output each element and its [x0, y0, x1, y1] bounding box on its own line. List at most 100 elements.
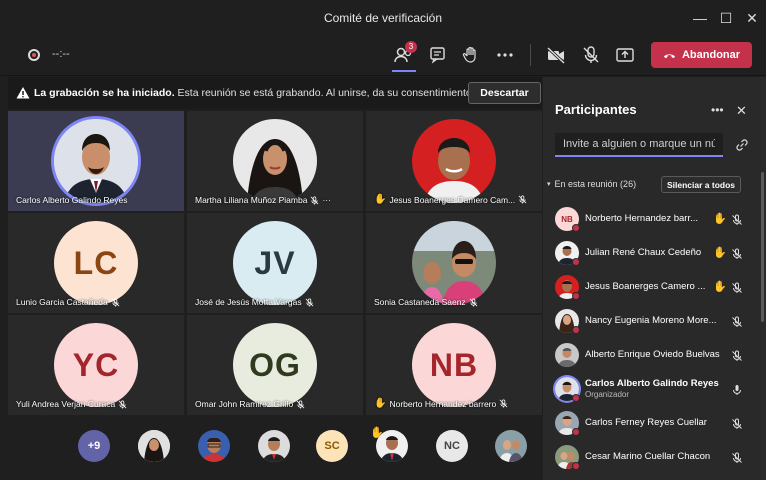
- status-dot: [572, 326, 580, 334]
- maximize-icon[interactable]: ☐: [716, 8, 736, 28]
- more-actions-icon[interactable]: [494, 44, 516, 66]
- video-tile[interactable]: LC Lunio Garcia Castañeda: [8, 213, 184, 313]
- microphone-off-icon[interactable]: [731, 349, 743, 361]
- participant-name: Jesus Boanerges Camero Cam...: [389, 194, 516, 205]
- microphone-off-icon[interactable]: [731, 315, 743, 327]
- video-tile[interactable]: ✋ Jesus Boanerges Camero Cam...: [366, 111, 542, 211]
- participant-row[interactable]: Cesar Marino Cuellar Chacon: [553, 441, 753, 475]
- meeting-timer: --:--: [52, 48, 70, 60]
- participant-name: Sonia Castaneda Saenz: [374, 297, 466, 307]
- panel-title: Participantes: [555, 102, 637, 117]
- video-tile[interactable]: Carlos Alberto Galindo Reyes: [8, 111, 184, 211]
- microphone-off-icon[interactable]: [731, 417, 743, 429]
- participant-name: Carlos Alberto Galindo Reyes: [16, 195, 128, 205]
- participants-panel: Participantes ••• ✕ ▾ En esta reunión (2…: [543, 77, 766, 480]
- status-dot: [572, 394, 580, 402]
- raised-hand-icon: ✋: [713, 213, 727, 225]
- microphone-off-icon[interactable]: [731, 213, 743, 225]
- participant-role: Organizador: [585, 390, 630, 399]
- video-tile[interactable]: JV José de Jesús Motta Vargas: [187, 213, 363, 313]
- status-dot: [572, 292, 580, 300]
- microphone-off-icon: [296, 399, 305, 409]
- face-woman-icon[interactable]: [138, 430, 170, 462]
- participant-row[interactable]: Alberto Enrique Oviedo Buelvas: [553, 339, 753, 373]
- raise-hand-icon[interactable]: [460, 44, 482, 66]
- face-woman-group-icon: [412, 221, 496, 305]
- status-dot: [572, 258, 580, 266]
- leave-button[interactable]: Abandonar: [651, 42, 752, 68]
- active-tab-indicator: [392, 70, 416, 72]
- meeting-toolbar: --:-- 3 Abandonar: [0, 34, 766, 76]
- more-participants-button[interactable]: +9: [78, 430, 110, 462]
- face-man-red-icon: [412, 119, 496, 203]
- tile-name: Yuli Andrea Verjan Curaca: [16, 399, 127, 409]
- participant-row[interactable]: Jesus Boanerges Camero ... ✋: [553, 271, 753, 305]
- status-dot: [572, 224, 580, 232]
- face-man-icon: [555, 343, 579, 367]
- minimize-icon[interactable]: —: [690, 8, 710, 28]
- participant-overflow-strip: +9 SC ✋ NC: [8, 416, 542, 478]
- participant-row[interactable]: Carlos Alberto Galindo Reyes Organizador: [553, 373, 753, 407]
- close-panel-icon[interactable]: ✕: [736, 103, 747, 119]
- tile-name: Carlos Alberto Galindo Reyes: [16, 195, 128, 205]
- video-grid: Carlos Alberto Galindo Reyes Martha Lili…: [8, 111, 542, 415]
- video-tile[interactable]: Martha Liliana Muñoz Piamba ···: [187, 111, 363, 211]
- invite-input[interactable]: [555, 133, 723, 157]
- tile-name: ✋ Jesus Boanerges Camero Cam...: [374, 194, 527, 205]
- raised-hand-icon: ✋: [374, 398, 387, 409]
- microphone-off-icon: [118, 399, 127, 409]
- title-bar: Comité de verificación — ☐ ✕: [0, 0, 766, 34]
- participant-name: Lunio Garcia Castañeda: [16, 297, 108, 307]
- participant-name: Julian René Chaux Cedeño: [585, 247, 702, 258]
- panel-scrollbar[interactable]: [761, 172, 764, 322]
- participant-name: Omar John Ramirez Grillo: [195, 399, 294, 409]
- dismiss-button[interactable]: Descartar: [468, 82, 541, 104]
- participant-row[interactable]: Julian René Chaux Cedeño ✋: [553, 237, 753, 271]
- video-tile[interactable]: Sonia Castaneda Saenz: [366, 213, 542, 313]
- leave-label: Abandonar: [681, 49, 741, 61]
- participant-name: Martha Liliana Muñoz Piamba: [195, 195, 308, 205]
- microphone-off-icon: [518, 195, 527, 204]
- participant-name: Carlos Ferney Reyes Cuellar: [585, 417, 707, 428]
- microphone-icon[interactable]: [731, 383, 743, 395]
- chat-icon[interactable]: [427, 44, 449, 66]
- status-dot: [572, 428, 580, 436]
- recording-banner: La grabación se ha iniciado. Esta reunió…: [8, 77, 542, 109]
- microphone-off-icon: [499, 399, 508, 408]
- participant-name: Alberto Enrique Oviedo Buelvas: [585, 349, 720, 360]
- face-people-icon[interactable]: [495, 430, 527, 462]
- face-man-icon[interactable]: [376, 430, 408, 462]
- avatar-initials[interactable]: SC: [316, 430, 348, 462]
- status-dot: [572, 462, 580, 470]
- microphone-off-icon[interactable]: [731, 247, 743, 259]
- share-screen-icon[interactable]: [614, 44, 636, 66]
- video-tile[interactable]: YC Yuli Andrea Verjan Curaca: [8, 315, 184, 415]
- panel-more-icon[interactable]: •••: [711, 103, 724, 117]
- participant-row[interactable]: Nancy Eugenia Moreno More...: [553, 305, 753, 339]
- tile-more-icon[interactable]: ···: [322, 195, 331, 205]
- tile-name: Sonia Castaneda Saenz: [374, 297, 478, 307]
- raised-hand-icon: ✋: [713, 281, 727, 293]
- link-icon[interactable]: [734, 137, 750, 153]
- in-meeting-section[interactable]: ▾ En esta reunión (26): [547, 179, 636, 189]
- participant-row[interactable]: NB Norberto Hernandez barr... ✋: [553, 203, 753, 237]
- recording-icon: [28, 49, 40, 61]
- camera-off-icon[interactable]: [545, 44, 567, 66]
- video-tile[interactable]: NB ✋ Norberto Hernandez barrero: [366, 315, 542, 415]
- microphone-off-icon[interactable]: [731, 281, 743, 293]
- microphone-off-icon[interactable]: [580, 44, 602, 66]
- avatar-initials: LC: [54, 221, 138, 305]
- toolbar-divider: [530, 44, 531, 66]
- teams-meeting-window: Comité de verificación — ☐ ✕ --:-- 3 Aba…: [0, 0, 766, 480]
- participant-row[interactable]: Carlos Ferney Reyes Cuellar: [553, 407, 753, 441]
- face-man-icon[interactable]: [258, 430, 290, 462]
- avatar-initials[interactable]: NC: [436, 430, 468, 462]
- close-window-icon[interactable]: ✕: [742, 8, 762, 28]
- mute-all-button[interactable]: Silenciar a todos: [661, 176, 741, 193]
- video-tile[interactable]: OG Omar John Ramirez Grillo: [187, 315, 363, 415]
- tile-name: Martha Liliana Muñoz Piamba ···: [195, 195, 331, 205]
- microphone-off-icon[interactable]: [731, 451, 743, 463]
- participant-name: Carlos Alberto Galindo Reyes: [585, 378, 719, 389]
- face-woman-glasses-icon[interactable]: [198, 430, 230, 462]
- participant-name: Jesus Boanerges Camero ...: [585, 281, 706, 292]
